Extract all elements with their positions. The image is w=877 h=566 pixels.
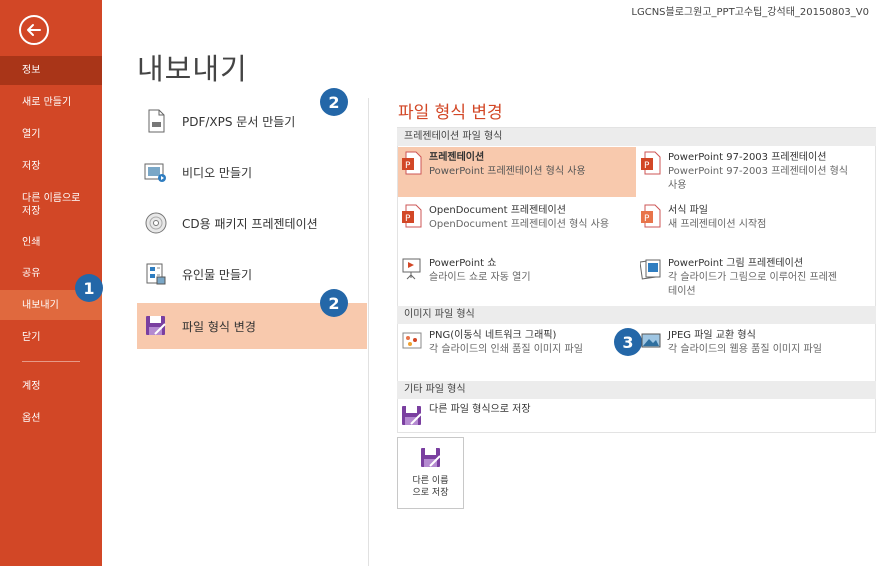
option-title: PowerPoint 그림 프레젠테이션 [668,258,804,269]
option-ppt-97-2003[interactable]: P PowerPoint 97-2003 프레젠테이션 PowerPoint 97… [637,147,875,197]
option-description: 테이션 [668,286,696,297]
slideshow-icon [402,258,421,280]
save-as-floppy-icon [402,406,422,425]
option-description: PowerPoint 프레젠테이션 형식 사용 [429,166,586,177]
jpeg-image-icon [641,333,661,348]
back-arrow-icon [27,24,41,36]
option-jpeg[interactable]: JPEG 파일 교환 형식각 슬라이드의 웹용 품질 이미지 파일 [637,325,875,365]
column-divider [368,98,369,566]
option-title: PowerPoint 쇼 [429,258,497,269]
svg-text:P: P [644,214,650,224]
odp-file-icon: P [402,204,422,228]
back-button[interactable] [19,15,49,45]
option-title: 프레젠테이션 [429,152,485,163]
sidebar-item-close[interactable]: 닫기 [0,323,102,351]
option-title: PNG(이동식 네트워크 그래픽) [429,330,557,341]
sidebar-item-save[interactable]: 저장 [0,152,102,180]
sidebar-item-new[interactable]: 새로 만들기 [0,88,102,116]
export-item-label: PDF/XPS 문서 만들기 [182,114,296,129]
option-opendocument[interactable]: P OpenDocument 프레젠테이션 OpenDocument 프레젠테이션… [398,200,636,248]
option-description: 각 슬라이드가 그림으로 이루어진 프레젠 [668,272,838,283]
png-image-icon [402,332,422,349]
step-badge-2: 2 [320,289,348,317]
export-item-label: 파일 형식 변경 [182,319,256,334]
sidebar-item-print[interactable]: 인쇄 [0,228,102,256]
option-description: 슬라이드 쇼로 자동 열기 [429,272,531,283]
export-item-label: CD용 패키지 프레젠테이션 [182,216,318,231]
section-title: 파일 형식 변경 [398,103,503,123]
option-title: 서식 파일 [668,205,708,216]
sidebar-item-info[interactable]: 정보 [0,56,102,85]
option-title: JPEG 파일 교환 형식 [668,330,756,341]
svg-text:P: P [405,161,411,171]
sidebar-item-open[interactable]: 열기 [0,120,102,148]
save-as-label: 으로 저장 [412,488,449,498]
option-ppt-show[interactable]: PowerPoint 쇼슬라이드 쇼로 자동 열기 [398,253,636,303]
sidebar-item-save-as[interactable]: 다른 이름으로 저장 [0,185,92,225]
svg-text:P: P [405,214,411,224]
option-title: OpenDocument 프레젠테이션 [429,205,566,216]
option-description: 새 프레젠테이션 시작점 [668,219,767,230]
handout-icon [144,262,168,286]
pptx-file-icon: P [402,151,422,175]
pdf-document-icon [144,109,168,133]
option-description: 사용 [668,180,687,191]
save-as-floppy-icon [420,448,441,467]
option-description: PowerPoint 97-2003 프레젠테이션 형식 [668,166,848,177]
step-badge-2: 2 [320,88,348,116]
ppt-legacy-file-icon: P [641,151,661,175]
option-description: OpenDocument 프레젠테이션 형식 사용 [429,219,610,230]
save-as-floppy-icon [144,314,168,338]
option-description: 각 슬라이드의 웹용 품질 이미지 파일 [668,344,822,355]
export-item-video[interactable]: 비디오 만들기 [137,149,367,195]
group-header-other: 기타 파일 형식 [397,381,876,399]
option-save-other-format[interactable]: 다른 파일 형식으로 저장 [398,399,636,429]
option-title: PowerPoint 97-2003 프레젠테이션 [668,152,827,163]
option-pptx[interactable]: P 프레젠테이션 PowerPoint 프레젠테이션 형식 사용 [398,147,636,197]
option-description: 각 슬라이드의 인쇄 품질 이미지 파일 [429,344,583,355]
option-png[interactable]: PNG(이동식 네트워크 그래픽) 각 슬라이드의 인쇄 품질 이미지 파일 [398,325,636,365]
group-header-presentation: 프레젠테이션 파일 형식 [397,128,876,146]
sidebar-divider [22,361,80,362]
option-title: 다른 파일 형식으로 저장 [429,404,531,415]
cd-icon [144,211,168,235]
sidebar-item-options[interactable]: 옵션 [0,404,102,432]
document-title: LGCNS블로그원고_PPT고수팁_강석태_20150803_V0 [631,7,869,18]
save-as-button[interactable]: 다른 이름 으로 저장 [397,437,464,509]
picture-presentation-icon [640,259,661,280]
svg-text:P: P [644,161,650,171]
export-item-label: 유인물 만들기 [182,267,253,282]
export-item-cd-package[interactable]: CD용 패키지 프레젠테이션 [137,200,367,246]
step-badge-1: 1 [75,274,103,302]
sidebar-item-account[interactable]: 계정 [0,372,102,400]
save-as-label: 다른 이름 [412,476,449,486]
export-item-label: 비디오 만들기 [182,165,253,180]
group-header-image: 이미지 파일 형식 [397,306,876,324]
option-picture-presentation[interactable]: PowerPoint 그림 프레젠테이션각 슬라이드가 그림으로 이루어진 프레… [637,253,875,303]
template-file-icon: P [641,204,661,228]
video-icon [144,160,168,184]
option-template[interactable]: P 서식 파일새 프레젠테이션 시작점 [637,200,875,248]
page-title: 내보내기 [137,52,248,86]
